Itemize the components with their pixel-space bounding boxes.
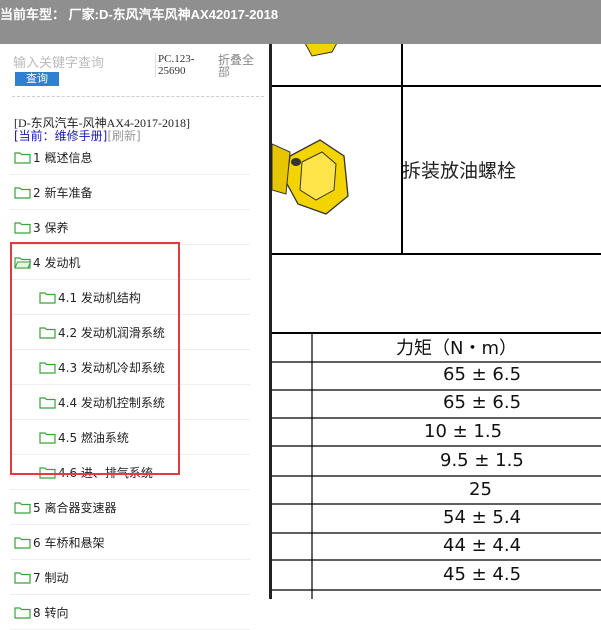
left-panel: 查询 PC.123-25690 折叠全部 [D-东风汽车-风神AX4-2017-… xyxy=(0,44,270,630)
folder-icon xyxy=(14,222,31,234)
tree-item-label: 8 转向 xyxy=(33,605,69,620)
folder-icon xyxy=(14,607,31,619)
torque-value: 54 ± 5.4 xyxy=(443,507,522,528)
drain-plug-image xyxy=(272,139,349,215)
tree-item[interactable]: 6 车桥和悬架 xyxy=(10,525,250,560)
tree-item-label: 5 离合器变速器 xyxy=(33,500,117,515)
torque-value: 9.5 ± 1.5 xyxy=(440,450,524,471)
tree-item[interactable]: 1 概述信息 xyxy=(10,140,250,175)
highlight-box xyxy=(10,242,180,475)
torque-value: 65 ± 6.5 xyxy=(443,364,522,385)
tree-item-label: 2 新车准备 xyxy=(33,185,93,200)
torque-value: 65 ± 6.5 xyxy=(443,392,522,413)
search-button[interactable]: 查询 xyxy=(15,72,59,86)
tree-item-label: 7 制动 xyxy=(33,570,69,585)
search-input[interactable] xyxy=(13,54,151,72)
folder-icon xyxy=(14,152,31,164)
drain-plug-label: 拆装放油螺栓 xyxy=(402,160,517,182)
tree-item[interactable]: 8 转向 xyxy=(10,595,250,630)
folder-icon xyxy=(14,537,31,549)
torque-header: 力矩（N・m） xyxy=(396,338,517,359)
folder-icon xyxy=(14,502,31,514)
collapse-all-link[interactable]: 折叠全部 xyxy=(218,54,260,78)
torque-value: 25 xyxy=(469,479,492,500)
tree-item-label: 3 保养 xyxy=(33,220,69,235)
tree-item[interactable]: 3 保养 xyxy=(10,210,250,245)
window-title: 当前车型： 厂家:D-东风汽车风神AX42017-2018 xyxy=(0,7,279,22)
document-view: 拆装放油螺栓 力矩（N・m） 65 ± 6.5 65 ± 6.5 10 ± 1.… xyxy=(272,44,601,599)
divider xyxy=(12,96,264,97)
title-bar: 当前车型： 厂家:D-东风汽车风神AX42017-2018 xyxy=(0,0,601,44)
tree-item[interactable]: 5 离合器变速器 xyxy=(10,490,250,525)
tree-item-label: 6 车桥和悬架 xyxy=(33,535,105,550)
bolt-top-image xyxy=(304,44,338,57)
torque-value: 10 ± 1.5 xyxy=(424,421,503,442)
torque-value: 44 ± 4.4 xyxy=(443,535,522,556)
document-table xyxy=(272,44,601,599)
tree-item[interactable]: 7 制动 xyxy=(10,560,250,595)
tree-item[interactable]: 2 新车准备 xyxy=(10,175,250,210)
tree-item-label: 1 概述信息 xyxy=(33,150,93,165)
folder-icon xyxy=(14,572,31,584)
folder-icon xyxy=(14,187,31,199)
torque-value: 45 ± 4.5 xyxy=(443,564,522,585)
manual-code: PC.123-25690 xyxy=(155,53,204,77)
